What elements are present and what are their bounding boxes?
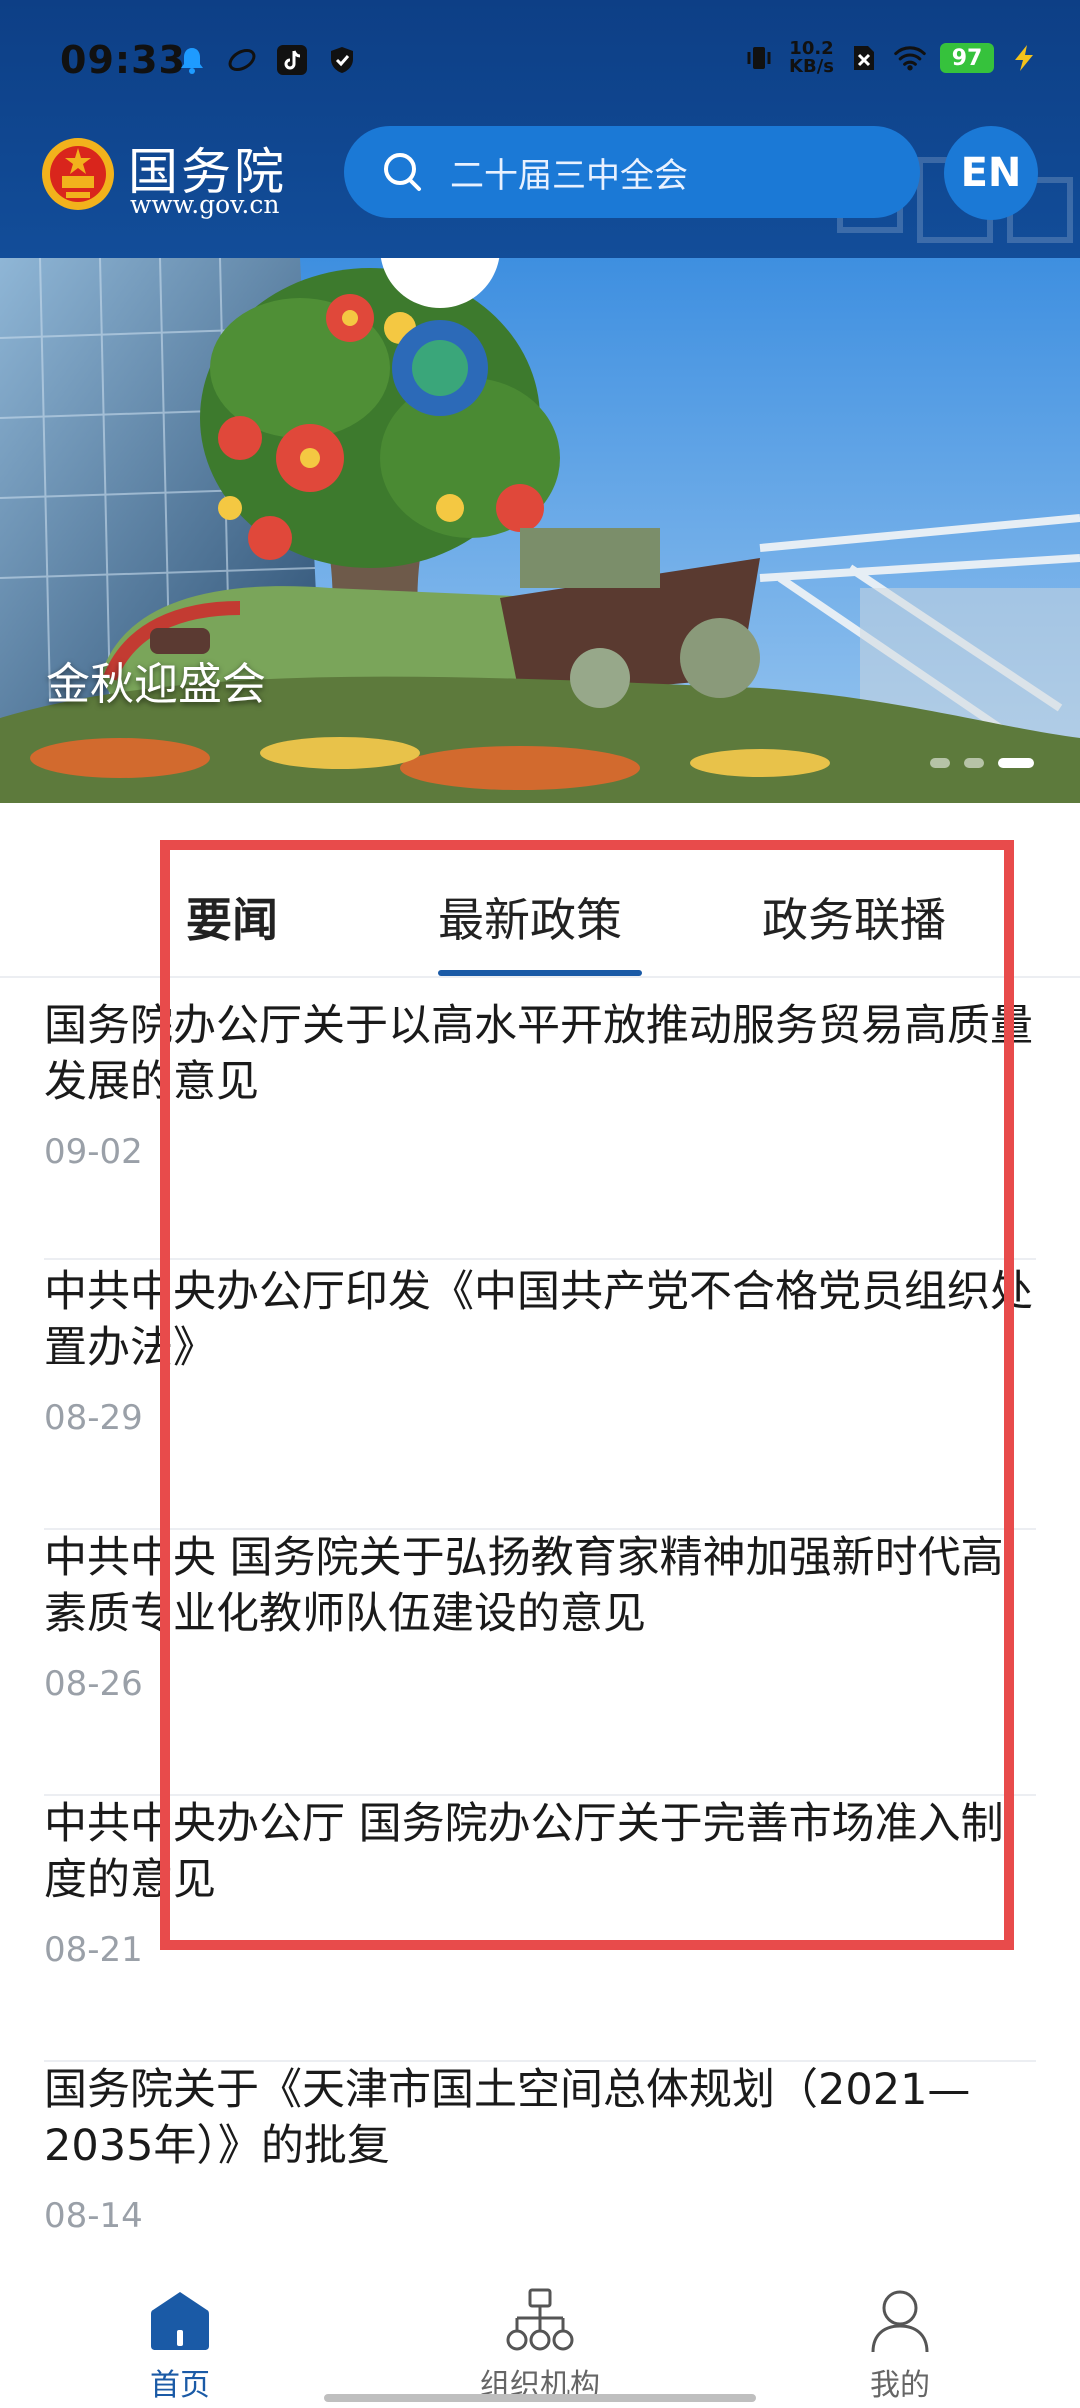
app-header: 09:33 10.2 KB/s 97 国务院 www.gov.cn 二十届三中全…: [0, 0, 1080, 258]
status-time: 09:33: [60, 38, 186, 82]
national-emblem-logo: [42, 138, 114, 210]
banner-caption: 金秋迎盛会: [46, 659, 266, 710]
nav-profile-label: 我的: [870, 2368, 930, 2403]
carousel-dot: [964, 758, 984, 768]
user-icon: [871, 2290, 929, 2353]
nav-home-label: 首页: [150, 2368, 210, 2403]
search-placeholder: 二十届三中全会: [450, 155, 688, 196]
site-url: www.gov.cn: [130, 190, 280, 219]
status-bar: 09:33 10.2 KB/s 97: [0, 0, 1080, 126]
charging-icon: [1008, 42, 1040, 74]
net-speed: 10.2 KB/s: [789, 38, 834, 77]
banner-image: [0, 258, 1080, 803]
banner-carousel[interactable]: 金秋迎盛会: [0, 258, 1080, 803]
link-icon: [226, 44, 258, 76]
vibrate-icon: [743, 42, 775, 74]
sim-off-icon: [848, 42, 880, 74]
home-icon: [151, 2292, 209, 2350]
nav-home[interactable]: 首页: [80, 2286, 280, 2404]
bottom-navigation: 首页 组织机构 我的: [0, 2268, 1080, 2408]
org-chart-icon: [506, 2288, 574, 2351]
news-date: 08-14: [44, 2196, 143, 2236]
english-language-button[interactable]: EN: [944, 126, 1038, 220]
nav-profile[interactable]: 我的: [800, 2286, 1000, 2404]
battery-indicator: 97: [940, 43, 994, 73]
nav-organization[interactable]: 组织机构: [440, 2286, 640, 2404]
tiktok-icon: [276, 44, 308, 76]
shield-icon: [326, 44, 358, 76]
search-bar[interactable]: 二十届三中全会: [344, 126, 920, 218]
home-gesture-bar[interactable]: [324, 2394, 756, 2402]
news-title: 国务院关于《天津市国土空间总体规划（2021—2035年）》的批复: [44, 2065, 971, 2171]
carousel-indicator: [930, 758, 1034, 768]
bell-icon: [176, 44, 208, 76]
highlight-box: [160, 840, 1014, 1950]
carousel-dot-active: [998, 758, 1034, 768]
search-icon: [384, 153, 421, 191]
carousel-dot: [930, 758, 950, 768]
wifi-icon: [894, 42, 926, 74]
